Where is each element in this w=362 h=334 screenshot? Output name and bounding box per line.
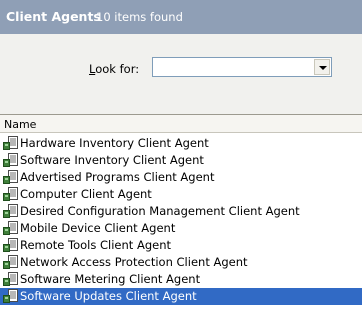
list-item-label: Desired Configuration Management Client … [20,204,300,218]
list-item[interactable]: Remote Tools Client Agent [0,237,362,254]
client-agent-icon [3,187,18,201]
look-for-dropdown-button[interactable] [314,59,330,75]
client-agent-icon [3,238,18,252]
look-for-combobox[interactable] [152,57,332,77]
chevron-down-icon [319,66,327,70]
client-agent-icon [3,289,18,303]
list-item-label: Remote Tools Client Agent [20,238,171,252]
client-agent-icon [3,221,18,235]
results-header: Client Agents 10 items found [0,0,362,34]
look-for-label: Look for: [89,62,139,76]
list-item[interactable]: Desired Configuration Management Client … [0,203,362,220]
list-item[interactable]: Software Metering Client Agent [0,271,362,288]
list-item-label: Hardware Inventory Client Agent [20,136,209,150]
list-item[interactable]: Software Inventory Client Agent [0,152,362,169]
list-item-label: Computer Client Agent [20,187,152,201]
list-item-label: Software Metering Client Agent [20,272,201,286]
client-agents-pane: Client Agents 10 items found Look for: N… [0,0,362,334]
agents-list: Name Hardware Inventory Client Agent Sof… [0,114,362,334]
client-agent-icon [3,153,18,167]
list-item[interactable]: Software Updates Client Agent [0,288,362,305]
list-item-label: Software Updates Client Agent [20,289,197,303]
look-for-label-rest: ook for: [95,62,140,76]
column-header-name[interactable]: Name [0,115,362,133]
item-count: 10 items found [96,10,183,24]
agents-rows: Hardware Inventory Client Agent Software… [0,135,362,305]
look-for-input[interactable] [153,58,313,76]
list-item[interactable]: Network Access Protection Client Agent [0,254,362,271]
list-item[interactable]: Advertised Programs Client Agent [0,169,362,186]
client-agent-icon [3,272,18,286]
pane-title: Client Agents [6,9,101,24]
search-bar: Look for: [0,34,362,114]
client-agent-icon [3,136,18,150]
client-agent-icon [3,255,18,269]
column-header-name-label: Name [4,118,37,131]
list-item[interactable]: Hardware Inventory Client Agent [0,135,362,152]
client-agent-icon [3,170,18,184]
list-item-label: Network Access Protection Client Agent [20,255,248,269]
list-item-label: Mobile Device Client Agent [20,221,176,235]
list-item[interactable]: Computer Client Agent [0,186,362,203]
list-item-label: Software Inventory Client Agent [20,153,204,167]
client-agent-icon [3,204,18,218]
list-item[interactable]: Mobile Device Client Agent [0,220,362,237]
list-item-label: Advertised Programs Client Agent [20,170,215,184]
